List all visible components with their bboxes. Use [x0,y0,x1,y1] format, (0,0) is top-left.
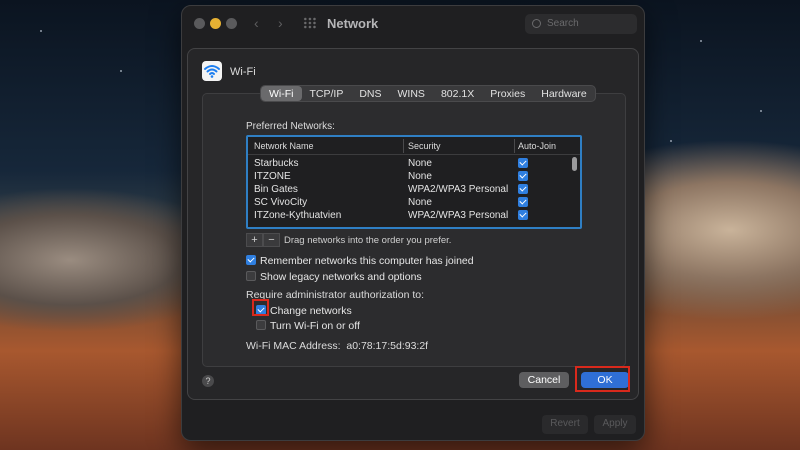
mac-address: Wi-Fi MAC Address: a0:78:17:5d:93:2f [246,340,428,352]
table-row[interactable]: ITZONE None [248,170,568,183]
tab-hardware[interactable]: Hardware [533,86,595,101]
tab-wins[interactable]: WINS [390,86,433,101]
tab-tcpip[interactable]: TCP/IP [302,86,352,101]
minimize-window-button[interactable] [210,18,221,29]
turn-wifi-label: Turn Wi-Fi on or off [270,320,360,332]
change-networks-label: Change networks [270,305,352,317]
drag-hint: Drag networks into the order you prefer. [284,235,452,246]
mac-address-value: a0:78:17:5d:93:2f [346,340,429,352]
close-window-button[interactable] [194,18,205,29]
remove-network-button[interactable]: − [263,233,280,247]
legacy-networks-label: Show legacy networks and options [260,271,422,283]
revert-button[interactable]: Revert [542,415,588,434]
wifi-icon [202,61,222,81]
turn-wifi-checkbox[interactable] [256,320,266,330]
remember-networks-label: Remember networks this computer has join… [260,255,474,267]
tab-8021x[interactable]: 802.1X [433,86,482,101]
network-security: WPA2/WPA3 Personal [408,210,509,221]
column-divider [403,139,404,153]
network-name: Starbucks [254,158,299,169]
forward-arrow-icon[interactable]: › [278,15,283,31]
search-input[interactable]: Search [525,14,637,34]
cancel-button[interactable]: Cancel [519,372,569,388]
wifi-advanced-sheet: Wi-Fi Wi-Fi TCP/IP DNS WINS 802.1X Proxi… [187,48,639,400]
network-security: None [408,197,432,208]
auto-join-checkbox[interactable] [518,171,528,181]
title-bar: ‹ › Network Search [182,6,644,40]
network-name: ITZONE [254,171,291,182]
remember-networks-checkbox[interactable] [246,255,256,265]
tab-dns[interactable]: DNS [351,86,389,101]
tab-bar: Wi-Fi TCP/IP DNS WINS 802.1X Proxies Har… [260,85,596,102]
table-scrollbar[interactable] [572,157,577,171]
network-security: None [408,158,432,169]
preferred-networks-label: Preferred Networks: [246,121,335,132]
tab-wifi[interactable]: Wi-Fi [261,86,302,101]
star [40,30,42,32]
network-name: Bin Gates [254,184,298,195]
network-security: WPA2/WPA3 Personal [408,184,509,195]
network-name: ITZone-Kythuatvien [254,210,342,221]
change-networks-highlight-box [252,299,269,316]
apply-button[interactable]: Apply [594,415,636,434]
table-row[interactable]: SC VivoCity None [248,196,568,209]
auto-join-checkbox[interactable] [518,158,528,168]
table-header: Network Name Security Auto-Join [248,137,580,155]
require-admin-label: Require administrator authorization to: [246,289,425,301]
preferred-networks-table[interactable]: Network Name Security Auto-Join Starbuck… [246,135,582,229]
table-row[interactable]: Starbucks None [248,157,568,170]
change-networks-option[interactable]: Change networks [256,305,352,317]
column-divider [514,139,515,153]
zoom-window-button[interactable] [226,18,237,29]
star [120,70,122,72]
star [670,140,672,142]
help-button[interactable]: ? [202,375,214,387]
mac-address-label: Wi-Fi MAC Address: [246,340,341,352]
network-security: None [408,171,432,182]
window-title: Network [327,16,379,31]
tab-proxies[interactable]: Proxies [482,86,533,101]
ok-button-highlight-box [575,366,630,392]
back-arrow-icon[interactable]: ‹ [254,15,259,31]
sheet-title: Wi-Fi [230,66,256,78]
auto-join-checkbox[interactable] [518,197,528,207]
table-row[interactable]: Bin Gates WPA2/WPA3 Personal [248,183,568,196]
auto-join-checkbox[interactable] [518,210,528,220]
table-row[interactable]: ITZone-Kythuatvien WPA2/WPA3 Personal [248,209,568,222]
column-header-network-name[interactable]: Network Name [254,141,314,151]
column-header-auto-join[interactable]: Auto-Join [518,141,556,151]
legacy-networks-option[interactable]: Show legacy networks and options [246,271,422,283]
add-network-button[interactable]: + [246,233,263,247]
search-icon [532,19,541,28]
star [760,110,762,112]
network-name: SC VivoCity [254,197,308,208]
turn-wifi-option[interactable]: Turn Wi-Fi on or off [256,320,360,332]
search-placeholder: Search [547,18,579,29]
legacy-networks-checkbox[interactable] [246,271,256,281]
star [700,40,702,42]
auto-join-checkbox[interactable] [518,184,528,194]
column-header-security[interactable]: Security [408,141,441,151]
remember-networks-option[interactable]: Remember networks this computer has join… [246,255,474,267]
show-all-grid-icon[interactable] [303,17,317,29]
